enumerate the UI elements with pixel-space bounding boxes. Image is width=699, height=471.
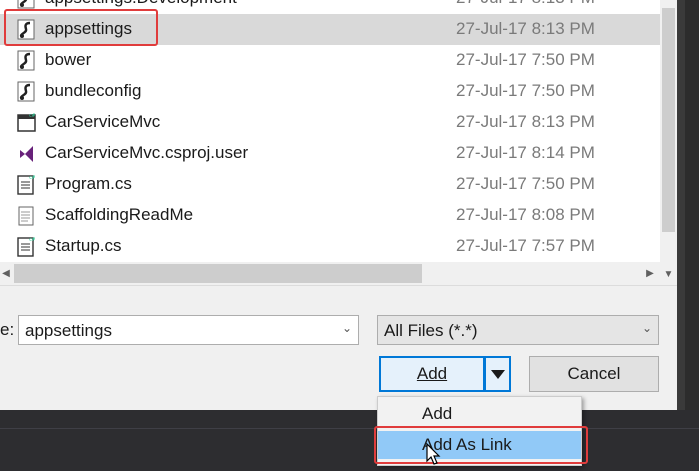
divider	[0, 285, 677, 286]
filename-label: e:	[0, 320, 15, 339]
menu-highlight-annotation	[374, 426, 588, 464]
json-file-icon	[17, 50, 37, 72]
file-row[interactable]: c# Program.cs 27-Jul-17 7:50 PM	[0, 169, 660, 200]
menu-item-add[interactable]: Add	[378, 400, 581, 428]
file-date: 27-Jul-17 7:50 PM	[456, 81, 595, 100]
window-file-icon: c#	[17, 112, 37, 134]
file-row[interactable]: CarServiceMvc.csproj.user 27-Jul-17 8:14 …	[0, 138, 660, 169]
file-name: ScaffoldingReadMe	[45, 205, 194, 224]
file-date: 27-Jul-17 7:50 PM	[456, 174, 595, 193]
horizontal-scroll-thumb[interactable]	[14, 264, 422, 283]
file-date: 27-Jul-17 8:08 PM	[456, 205, 595, 224]
file-row[interactable]: ScaffoldingReadMe 27-Jul-17 8:08 PM	[0, 200, 660, 231]
csharp-file-icon: c#	[17, 174, 37, 196]
svg-text:c#: c#	[29, 237, 35, 243]
add-button-label: Add	[416, 364, 448, 383]
file-name: CarServiceMvc.csproj.user	[45, 143, 249, 162]
file-row[interactable]: bower 27-Jul-17 7:50 PM	[0, 45, 660, 76]
visual-studio-icon	[17, 143, 37, 165]
filename-value: appsettings	[25, 321, 112, 340]
scroll-down-arrow-icon[interactable]: ▼	[660, 264, 677, 284]
menu-item-label: Add	[422, 404, 453, 423]
file-date: 27-Jul-17 8:13 PM	[456, 112, 595, 131]
text-file-icon	[17, 205, 37, 227]
file-row[interactable]: c# CarServiceMvc 27-Jul-17 8:13 PM	[0, 107, 660, 138]
cancel-button-label: Cancel	[567, 364, 621, 383]
scroll-left-arrow-icon[interactable]: ◀	[0, 262, 12, 285]
horizontal-scrollbar[interactable]: ◀ ▶	[0, 262, 660, 285]
add-button[interactable]: Add	[379, 356, 485, 392]
file-name: Program.cs	[45, 174, 132, 193]
filename-input[interactable]: appsettings ⌄	[18, 315, 359, 345]
chevron-down-icon[interactable]: ⌄	[342, 321, 352, 335]
file-type-value: All Files (*.*)	[384, 321, 478, 340]
chevron-down-icon[interactable]: ⌄	[642, 321, 652, 335]
file-date: 27-Jul-17 7:50 PM	[456, 50, 595, 69]
mouse-pointer-icon	[426, 443, 441, 465]
csharp-file-icon: c#	[17, 236, 37, 258]
scroll-right-arrow-icon[interactable]: ▶	[640, 262, 660, 285]
file-date: 27-Jul-17 8:13 PM	[456, 0, 595, 8]
svg-text:c#: c#	[29, 175, 35, 181]
background-panel-strip	[677, 0, 699, 410]
file-name: appsettings.Development	[45, 0, 237, 8]
file-date: 27-Jul-17 7:57 PM	[456, 236, 595, 255]
file-date: 27-Jul-17 8:14 PM	[456, 143, 595, 162]
vertical-scroll-thumb[interactable]	[662, 8, 675, 232]
background-scrollbar	[685, 0, 699, 410]
divider	[0, 428, 699, 429]
json-file-icon	[17, 81, 37, 103]
file-name: CarServiceMvc	[45, 112, 161, 131]
file-name: Startup.cs	[45, 236, 122, 255]
file-date: 27-Jul-17 8:13 PM	[456, 19, 595, 38]
cancel-button[interactable]: Cancel	[529, 356, 659, 392]
file-name: bundleconfig	[45, 81, 142, 100]
file-name: bower	[45, 50, 92, 69]
svg-text:c#: c#	[29, 113, 35, 119]
add-dropdown-arrow-icon[interactable]	[484, 356, 511, 392]
file-type-select[interactable]: All Files (*.*) ⌄	[377, 315, 659, 345]
file-row[interactable]: bundleconfig 27-Jul-17 7:50 PM	[0, 76, 660, 107]
vertical-scrollbar[interactable]: ▼	[660, 0, 677, 285]
selection-highlight-annotation	[4, 9, 158, 46]
file-row[interactable]: c# Startup.cs 27-Jul-17 7:57 PM	[0, 231, 660, 262]
background-editor-area	[0, 410, 699, 471]
